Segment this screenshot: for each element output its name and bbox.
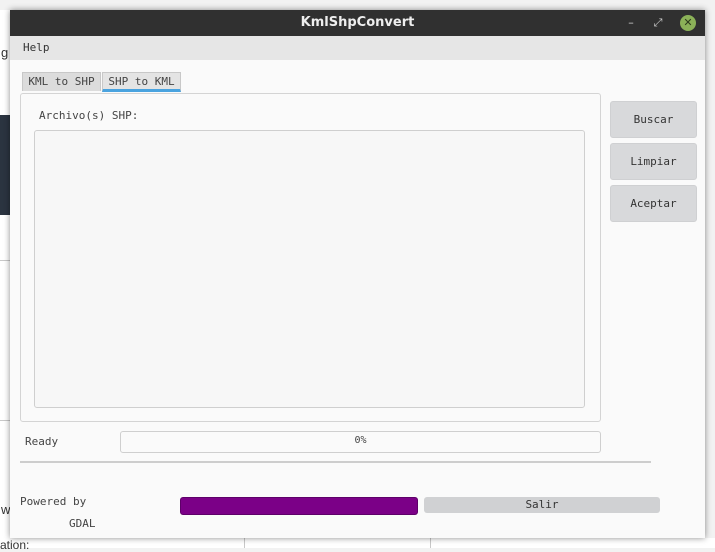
- clear-button[interactable]: Limpiar: [610, 143, 697, 180]
- title-bar: KmlShpConvert – ⤢ ✕: [10, 10, 705, 36]
- separator: [20, 461, 651, 463]
- shp-files-list[interactable]: [34, 130, 585, 408]
- progress-bar: 0%: [120, 431, 601, 453]
- background-divider: [244, 538, 245, 548]
- tab-shp-to-kml[interactable]: SHP to KML: [102, 72, 181, 92]
- menu-help[interactable]: Help: [23, 41, 50, 54]
- background-text-fragment: g: [1, 45, 9, 60]
- gdal-label: GDAL: [69, 517, 96, 530]
- menu-bar: Help: [10, 36, 705, 60]
- background-left-strip: [0, 10, 10, 538]
- background-divider: [0, 420, 10, 421]
- tab-kml-to-shp[interactable]: KML to SHP: [22, 72, 101, 91]
- background-divider: [430, 538, 431, 548]
- tab-panel: Archivo(s) SHP:: [20, 93, 601, 422]
- background-bottom-strip: [0, 538, 715, 548]
- exit-button[interactable]: Salir: [424, 497, 660, 513]
- background-divider: [0, 260, 10, 261]
- accept-button[interactable]: Aceptar: [610, 185, 697, 222]
- progress-text: 0%: [354, 435, 367, 446]
- app-window: KmlShpConvert – ⤢ ✕ Help KML to SHP SHP …: [10, 10, 705, 538]
- background-text-fragment: w: [1, 502, 11, 517]
- close-icon[interactable]: ✕: [680, 15, 696, 31]
- background-dark-block: [0, 115, 10, 215]
- search-button[interactable]: Buscar: [610, 101, 697, 138]
- shp-files-label: Archivo(s) SHP:: [39, 109, 139, 122]
- powered-by-label: Powered by: [20, 495, 87, 508]
- background-text-fragment: ation:: [0, 538, 30, 552]
- activity-bar: [180, 497, 418, 515]
- minimize-icon[interactable]: –: [623, 15, 639, 31]
- maximize-icon[interactable]: ⤢: [650, 15, 666, 31]
- window-title: KmlShpConvert: [300, 15, 415, 30]
- status-text: Ready: [25, 435, 59, 448]
